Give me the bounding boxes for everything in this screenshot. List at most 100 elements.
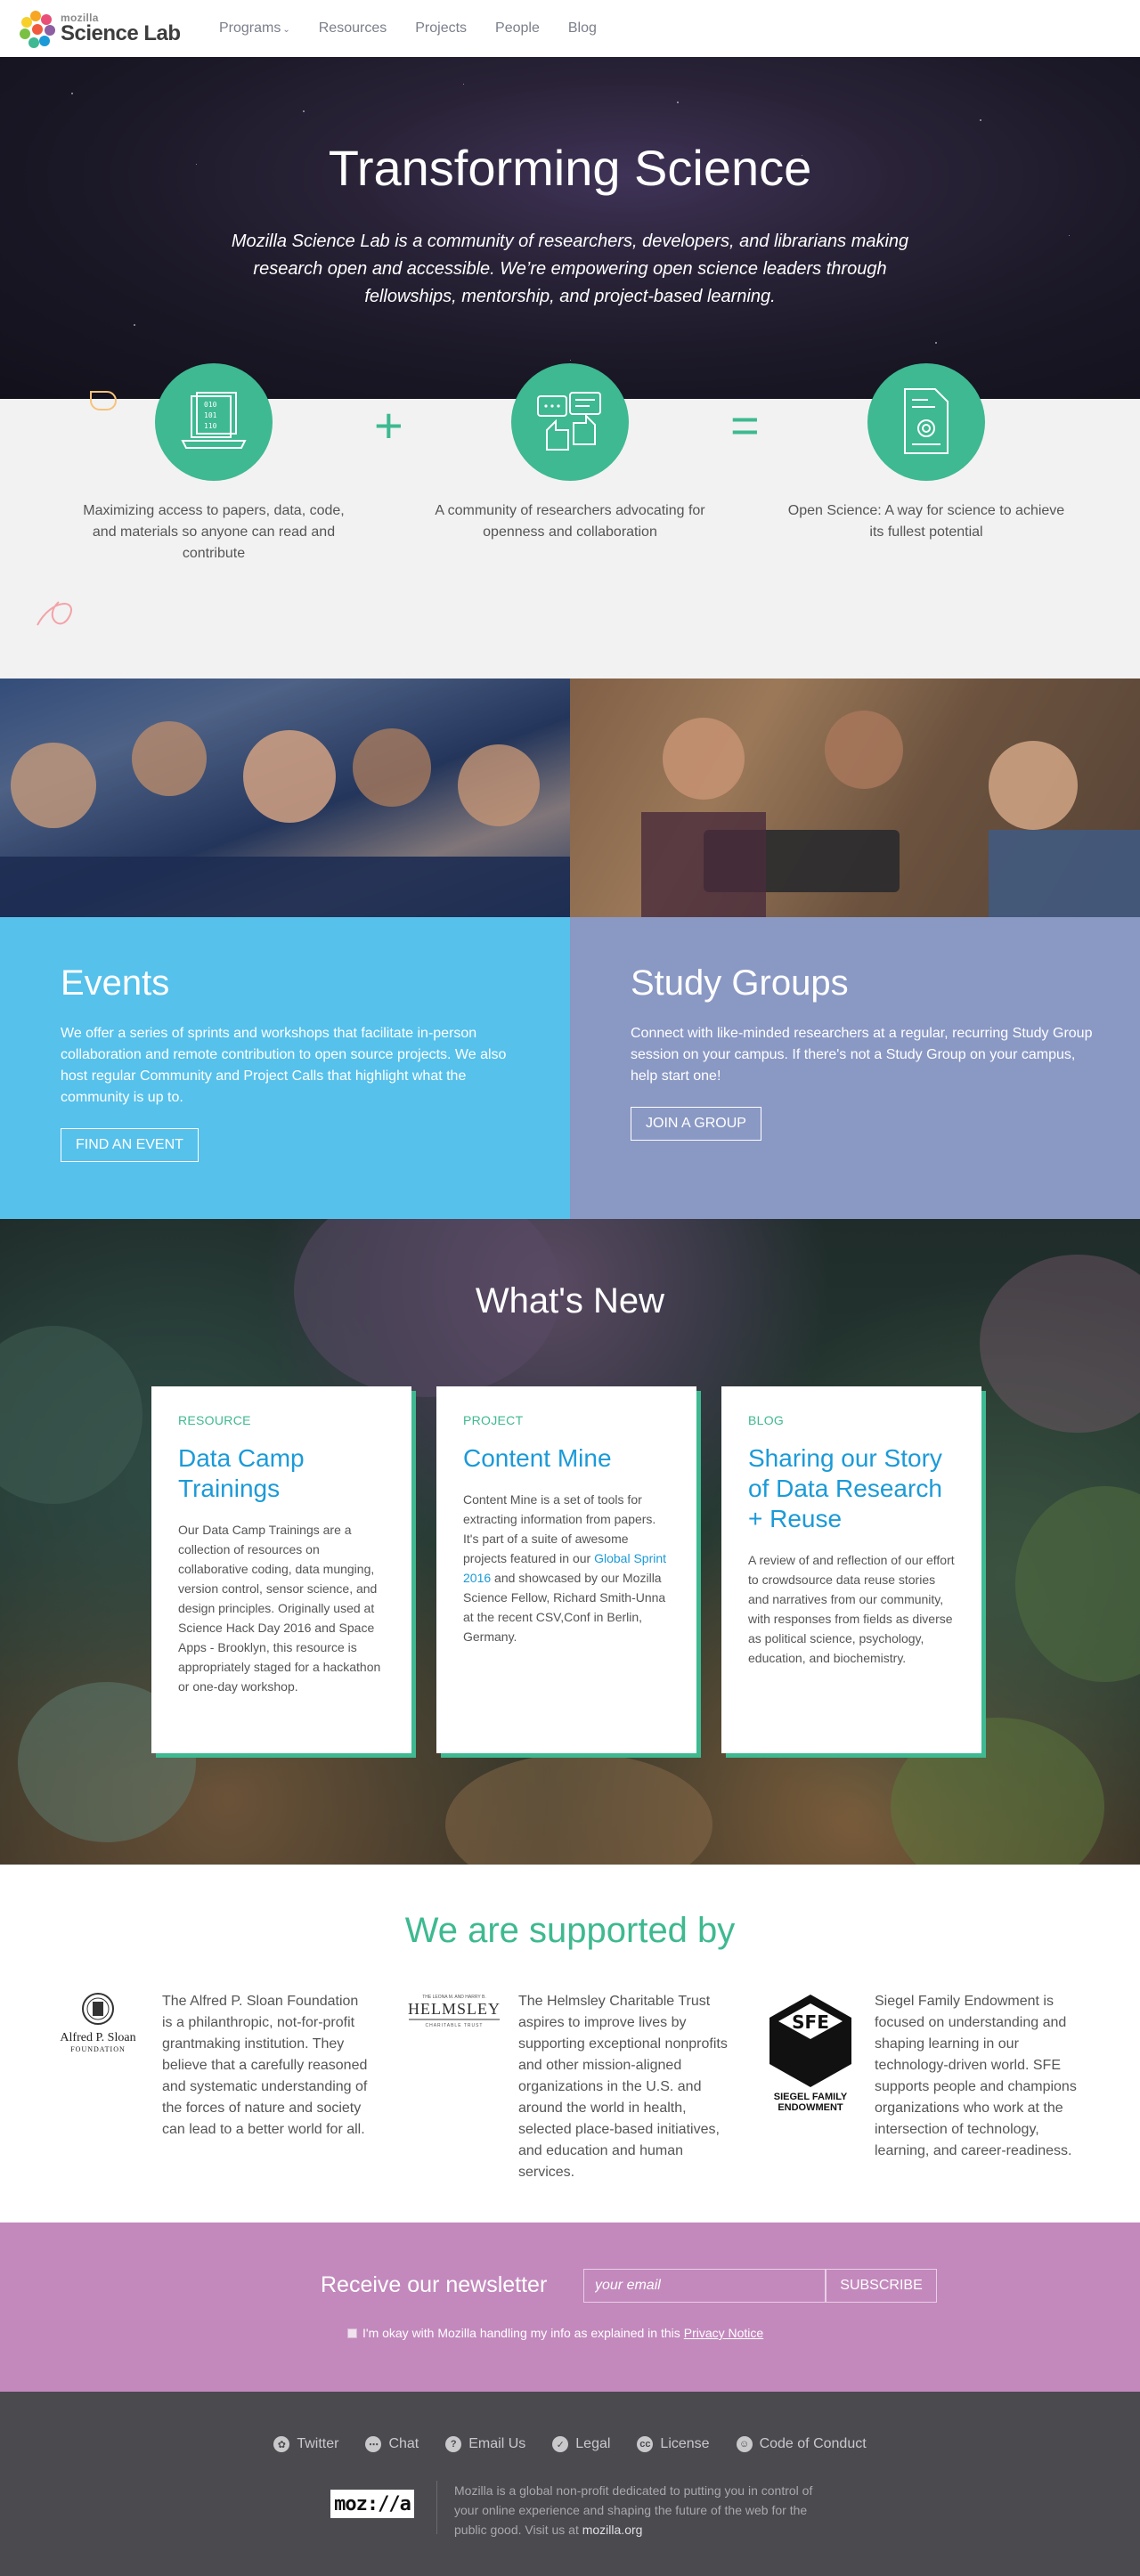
card-title[interactable]: Data Camp Trainings [178, 1443, 385, 1504]
nav-people[interactable]: People [495, 20, 540, 37]
consent-text: I'm okay with Mozilla handling my info a… [362, 2326, 680, 2340]
study-groups-text: Connect with like-minded researchers at … [631, 1026, 1093, 1084]
chat-icon: ⋯ [365, 2436, 382, 2452]
top-nav: mozilla Science Lab Programs ⌄ Resources … [0, 0, 1140, 57]
site-footer: ✿ Twitter ⋯ Chat ? Email Us ✓ Legal cc Licens… [0, 2392, 1140, 2576]
footer-link-legal[interactable]: ✓ Legal [552, 2436, 610, 2452]
sponsor-sloan: Alfred P. Sloan FOUNDATION The Alfred P.… [45, 1991, 372, 2141]
find-event-button[interactable]: FIND AN EVENT [61, 1128, 199, 1162]
card-title[interactable]: Content Mine [463, 1443, 670, 1474]
check-icon: ✓ [552, 2436, 569, 2452]
privacy-checkbox[interactable] [347, 2328, 357, 2338]
pillar-circle-community [511, 363, 629, 481]
card-category: PROJECT [463, 1413, 524, 1427]
card-text: A review of and reflection of our effort… [748, 1553, 955, 1665]
pillars-section: 010 101 110 + = Maximizing access to pap… [0, 363, 1140, 679]
footer-link-email[interactable]: ? Email Us [445, 2436, 525, 2452]
pillar-text-access: Maximizing access to papers, data, code,… [83, 503, 345, 561]
footer-link-license[interactable]: cc License [637, 2436, 710, 2452]
sloan-logo[interactable]: Alfred P. Sloan FOUNDATION [45, 1991, 151, 2141]
crowd-photo-illustration [0, 679, 570, 917]
study-groups-panel: Study Groups Connect with like-minded re… [570, 917, 1140, 1219]
join-group-button[interactable]: JOIN A GROUP [631, 1107, 761, 1141]
svg-text:110: 110 [204, 422, 217, 430]
footer-link-chat[interactable]: ⋯ Chat [365, 2436, 419, 2452]
sponsor-helmsley-text: The Helmsley Charitable Trust aspires to… [518, 1994, 728, 2180]
programs-panels: Events We offer a series of sprints and … [0, 917, 1140, 1219]
certificate-icon [904, 388, 949, 454]
study-groups-title: Study Groups [631, 963, 849, 1003]
helmsley-wordmark-icon: THE LEONA M. AND HARRY B. HELMSLEY CHARI… [408, 1995, 501, 2028]
card-text: Our Data Camp Trainings are a collection… [178, 1523, 381, 1694]
footer-about: Mozilla is a global non-profit dedicated… [454, 2483, 813, 2537]
succulent-shape [1015, 1486, 1140, 1682]
sponsor-helmsley: THE LEONA M. AND HARRY B. HELMSLEY CHARI… [401, 1991, 729, 2183]
nav-resources[interactable]: Resources [319, 20, 387, 37]
card-category: RESOURCE [178, 1413, 251, 1427]
hero-title: Transforming Science [328, 140, 812, 196]
newsletter-section: Receive our newsletter SUBSCRIBE I'm oka… [0, 2223, 1140, 2392]
laptop-data-icon: 010 101 110 [181, 392, 247, 449]
svg-text:010: 010 [204, 401, 217, 409]
whats-new-title: What's New [475, 1281, 665, 1321]
community-chat-icon [537, 392, 601, 451]
sponsor-sloan-text: The Alfred P. Sloan Foundation is a phil… [162, 1994, 368, 2137]
pillar-circle-access: 010 101 110 [155, 363, 273, 481]
hero-subtitle: Mozilla Science Lab is a community of re… [231, 232, 909, 306]
hero-banner: Transforming Science Mozilla Science Lab… [0, 57, 1140, 399]
card-title[interactable]: Sharing our Story of Data Research + Reu… [748, 1443, 955, 1534]
pebbles-shape [445, 1753, 712, 1865]
footer-divider [436, 2481, 437, 2534]
subscribe-button[interactable]: SUBSCRIBE [826, 2269, 937, 2303]
nav-blog[interactable]: Blog [568, 20, 597, 37]
sloan-logo-sub: FOUNDATION [70, 2045, 126, 2053]
sloan-logo-text: Alfred P. Sloan [60, 2031, 135, 2044]
whats-new-section: What's New RESOURCE Data Camp Trainings … [0, 1219, 1140, 1865]
events-panel: Events We offer a series of sprints and … [0, 917, 570, 1219]
pillar-text-open-science: Open Science: A way for science to achie… [787, 503, 1065, 540]
svg-text:101: 101 [204, 411, 217, 419]
decorative-loop-icon [37, 601, 72, 626]
science-lab-logo[interactable]: mozilla Science Lab [18, 9, 219, 48]
pillar-circle-open-science [867, 363, 985, 481]
privacy-consent: I'm okay with Mozilla handling my info a… [347, 2326, 763, 2340]
decorative-shape-icon [90, 391, 117, 410]
events-photo [0, 679, 570, 917]
news-card-resource[interactable]: RESOURCE Data Camp Trainings Our Data Ca… [151, 1386, 411, 1753]
supporters-section: We are supported by Alfred P. Sloan FOUN… [0, 1865, 1140, 2223]
card-category: BLOG [748, 1413, 785, 1427]
equals-sign: = [730, 397, 760, 453]
mozilla-org-link[interactable]: mozilla.org [582, 2523, 643, 2537]
news-card-blog[interactable]: BLOG Sharing our Story of Data Research … [721, 1386, 981, 1753]
mozilla-logo[interactable]: moz://a [330, 2490, 414, 2518]
news-card-project[interactable]: PROJECT Content Mine Content Mine is a s… [436, 1386, 696, 1753]
helmsley-logo[interactable]: THE LEONA M. AND HARRY B. HELMSLEY CHARI… [401, 1991, 508, 2183]
logo-mark-icon [18, 9, 57, 48]
pillar-text-community: A community of researchers advocating fo… [435, 503, 705, 540]
supporters-title: We are supported by [404, 1911, 736, 1950]
sfe-cube-icon: SFE SIEGEL FAMILY ENDOWMENT [770, 1995, 851, 2113]
sfe-logo-mark: SFE [792, 2011, 829, 2033]
siegel-logo-sub: ENDOWMENT [778, 2102, 843, 2113]
smile-icon: ☺ [736, 2436, 753, 2452]
siegel-logo[interactable]: SFE SIEGEL FAMILY ENDOWMENT [757, 1991, 864, 2162]
newsletter-email-input[interactable] [583, 2269, 826, 2303]
nav-programs[interactable]: Programs ⌄ [219, 20, 290, 37]
sponsor-siegel-text: Siegel Family Endowment is focused on un… [875, 1994, 1077, 2158]
study-photo-illustration [570, 679, 1140, 917]
chevron-down-icon: ⌄ [282, 25, 290, 35]
study-groups-photo [570, 679, 1140, 917]
succulent-shape [0, 1326, 142, 1504]
helmsley-logo-sub: CHARITABLE TRUST [426, 2023, 484, 2028]
helmsley-logo-text: HELMSLEY [408, 2000, 501, 2018]
privacy-notice-link[interactable]: Privacy Notice [684, 2326, 763, 2340]
footer-link-conduct[interactable]: ☺ Code of Conduct [736, 2436, 867, 2452]
siegel-logo-text: SIEGEL FAMILY [774, 2092, 848, 2102]
card-text: Content Mine is a set of tools for extra… [463, 1492, 667, 1644]
footer-link-twitter[interactable]: ✿ Twitter [273, 2436, 338, 2452]
plus-sign: + [374, 397, 403, 453]
sponsor-siegel: SFE SIEGEL FAMILY ENDOWMENT Siegel Famil… [757, 1991, 1085, 2162]
newsletter-title: Receive our newsletter [321, 2272, 548, 2297]
photo-strip [0, 679, 1140, 917]
nav-projects[interactable]: Projects [415, 20, 467, 37]
